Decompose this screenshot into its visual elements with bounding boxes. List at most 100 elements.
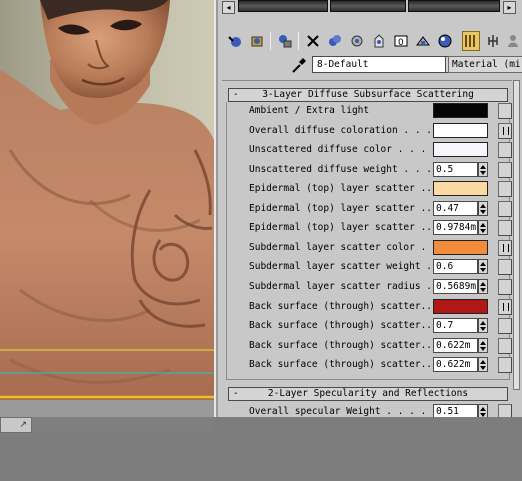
map-button[interactable] xyxy=(498,103,512,119)
svg-text:0: 0 xyxy=(398,38,404,48)
spinner-arrows-icon[interactable] xyxy=(478,259,488,275)
sample-slot[interactable] xyxy=(238,0,328,12)
param-label: Unscattered diffuse color . . . . xyxy=(249,144,438,156)
color-swatch[interactable] xyxy=(433,298,488,314)
value-spinner[interactable]: 0.622m xyxy=(433,337,478,353)
map-assigned-button[interactable] xyxy=(498,298,512,315)
reset-map-icon[interactable] xyxy=(304,31,322,51)
map-button[interactable] xyxy=(498,404,512,417)
param-label: Subdermal layer scatter radius . xyxy=(249,280,433,292)
color-swatch[interactable] xyxy=(433,239,488,255)
map-button[interactable] xyxy=(498,181,512,198)
map-assigned-button[interactable] xyxy=(498,239,512,256)
spinner-arrows-icon[interactable] xyxy=(478,318,488,334)
param-row: Epidermal (top) layer scatter ... xyxy=(222,180,512,199)
copy-material-icon[interactable] xyxy=(326,31,344,51)
render-viewport[interactable] xyxy=(0,0,214,417)
param-label: Back surface (through) scatter... xyxy=(249,300,438,312)
value-spinner[interactable]: 0.5689m xyxy=(433,278,478,294)
rollout-title: 2-Layer Specularity and Reflections xyxy=(267,388,469,399)
param-row: Subdermal layer scatter radius . 0.5689m xyxy=(222,278,512,297)
param-label: Unscattered diffuse weight . . . xyxy=(249,163,433,175)
collapse-toggle: - xyxy=(233,89,239,100)
scroll-right-arrow-icon[interactable]: ▸ xyxy=(503,1,516,14)
show-end-result-icon[interactable] xyxy=(436,31,454,51)
bottom-empty-area xyxy=(0,433,522,481)
map-button[interactable] xyxy=(498,161,512,178)
resize-grip-icon: ↗ xyxy=(19,420,27,430)
param-label: Overall specular Weight . . . . xyxy=(249,406,427,417)
param-label: Back surface (through) scatter... xyxy=(249,359,438,371)
make-unique-icon[interactable] xyxy=(348,31,366,51)
color-swatch[interactable] xyxy=(433,181,488,197)
param-row: Back surface (through) scatter... 0.622m xyxy=(222,337,512,356)
scroll-left-arrow-icon[interactable]: ◂ xyxy=(222,1,235,14)
status-cell[interactable]: ↗ xyxy=(0,417,32,433)
value-spinner[interactable]: 0.51 xyxy=(433,404,478,417)
material-toolbar: 0 xyxy=(220,29,522,55)
rendered-character-image xyxy=(0,0,214,400)
map-button[interactable] xyxy=(498,142,512,159)
separator xyxy=(298,32,299,50)
param-row: Subdermal layer scatter weight . 0.6 xyxy=(222,258,512,277)
assign-material-icon[interactable] xyxy=(276,31,294,51)
rollout-title: 3-Layer Diffuse Subsurface Scattering xyxy=(262,89,474,100)
go-sibling-icon[interactable] xyxy=(504,31,522,51)
map-button[interactable] xyxy=(498,337,512,354)
material-id-icon[interactable]: 0 xyxy=(392,31,410,51)
param-label: Epidermal (top) layer scatter ... xyxy=(249,183,438,195)
param-label: Subdermal layer scatter color . . xyxy=(249,241,438,253)
show-map-icon[interactable] xyxy=(414,31,432,51)
value-spinner[interactable]: 0.47 xyxy=(433,200,478,216)
spinner-arrows-icon[interactable] xyxy=(478,278,488,294)
spinner-arrows-icon[interactable] xyxy=(478,404,488,417)
param-label: Epidermal (top) layer scatter .. xyxy=(249,222,433,234)
sample-slot[interactable] xyxy=(408,0,500,12)
value-spinner[interactable]: 0.9784m xyxy=(433,220,478,236)
rollout-header-specular[interactable]: - 2-Layer Specularity and Reflections xyxy=(228,387,508,401)
go-parent-icon[interactable] xyxy=(484,31,502,51)
param-row: Subdermal layer scatter color . . xyxy=(222,239,512,258)
rollout-container: - 3-Layer Diffuse Subsurface Scattering … xyxy=(222,80,512,417)
param-row: Ambient / Extra light xyxy=(222,102,512,121)
value-spinner[interactable]: 0.6 xyxy=(433,259,478,275)
param-row: Back surface (through) scatter... 0.622m xyxy=(222,356,512,375)
color-swatch[interactable] xyxy=(433,122,488,138)
scrollbar-thumb[interactable] xyxy=(513,80,520,390)
material-name-field[interactable]: 8-Default xyxy=(312,56,446,73)
map-button[interactable] xyxy=(498,200,512,217)
param-label: Epidermal (top) layer scatter .. xyxy=(249,202,433,214)
map-button[interactable] xyxy=(498,357,512,374)
sample-slots-row: ◂ ▸ xyxy=(220,0,522,24)
put-library-icon[interactable] xyxy=(370,31,388,51)
spinner-arrows-icon[interactable] xyxy=(478,337,488,353)
background-toggle-icon[interactable] xyxy=(462,31,480,51)
spinner-arrows-icon[interactable] xyxy=(478,220,488,236)
value-spinner[interactable]: 0.5 xyxy=(433,161,478,177)
value-spinner[interactable]: 0.7 xyxy=(433,318,478,334)
map-button[interactable] xyxy=(498,318,512,335)
param-label: Back surface (through) scatter... xyxy=(249,320,438,332)
param-label: Back surface (through) scatter... xyxy=(249,339,438,351)
put-material-icon[interactable] xyxy=(248,31,266,51)
rollout-header-diffuse[interactable]: - 3-Layer Diffuse Subsurface Scattering xyxy=(228,88,508,102)
map-assigned-button[interactable] xyxy=(498,122,512,139)
param-row: Back surface (through) scatter... 0.7 xyxy=(222,317,512,336)
collapse-toggle: - xyxy=(233,388,239,399)
color-swatch[interactable] xyxy=(433,103,488,118)
material-type-button[interactable]: Material (mi) xyxy=(448,56,522,73)
color-swatch[interactable] xyxy=(433,142,488,158)
eyedropper-icon[interactable] xyxy=(290,56,308,74)
spinner-arrows-icon[interactable] xyxy=(478,200,488,216)
viewport-bottom-strip xyxy=(0,400,214,417)
map-button[interactable] xyxy=(498,259,512,276)
spinner-arrows-icon[interactable] xyxy=(478,357,488,373)
get-material-icon[interactable] xyxy=(226,31,244,51)
spinner-arrows-icon[interactable] xyxy=(478,161,488,177)
sample-slot[interactable] xyxy=(330,0,406,12)
param-row: Overall diffuse coloration . . . . xyxy=(222,122,512,141)
value-spinner[interactable]: 0.622m xyxy=(433,357,478,373)
map-button[interactable] xyxy=(498,278,512,295)
separator xyxy=(270,32,271,50)
map-button[interactable] xyxy=(498,220,512,237)
